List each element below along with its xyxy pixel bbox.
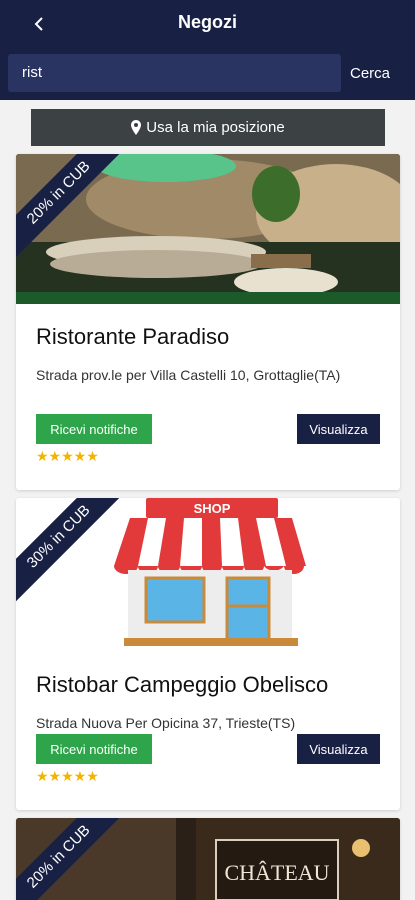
view-button[interactable]: Visualizza	[297, 734, 380, 764]
view-button[interactable]: Visualizza	[297, 414, 380, 444]
store-address: Strada prov.le per Villa Castelli 10, Gr…	[36, 367, 341, 383]
use-location-label: Usa la mia posizione	[146, 119, 285, 136]
use-location-button[interactable]: Usa la mia posizione	[31, 109, 385, 146]
store-name: Ristorante Paradiso	[36, 324, 230, 349]
notify-button[interactable]: Ricevi notifiche	[36, 734, 152, 764]
store-image: SHOP 30% in CUB	[16, 498, 400, 652]
rating-stars: ★★★★★	[36, 448, 99, 464]
store-image: 20% in CUB	[16, 154, 400, 304]
search-button[interactable]: Cerca	[350, 54, 410, 92]
store-card[interactable]: 20% in CUB Ristorante Paradiso Strada pr…	[16, 154, 400, 490]
notify-button[interactable]: Ricevi notifiche	[36, 414, 152, 444]
page-title: Negozi	[177, 12, 237, 32]
store-name: Ristobar Campeggio Obelisco	[36, 672, 329, 697]
map-marker-icon	[131, 120, 142, 135]
store-image: CHÂTEAU 20% in CUB	[16, 818, 400, 900]
store-card[interactable]: CHÂTEAU 20% in CUB	[16, 818, 400, 900]
rating-stars: ★★★★★	[36, 768, 99, 784]
chateau-sign-text: CHÂTEAU	[224, 860, 329, 885]
store-address: Strada Nuova Per Opicina 37, Trieste(TS)	[36, 715, 296, 731]
store-card[interactable]: SHOP 30% in CUB Ristobar Campeggio Obeli…	[16, 498, 400, 810]
shop-sign-text: SHOP	[194, 501, 231, 516]
search-input[interactable]: rist	[8, 54, 341, 92]
app-header: Negozi rist Cerca	[0, 0, 415, 100]
